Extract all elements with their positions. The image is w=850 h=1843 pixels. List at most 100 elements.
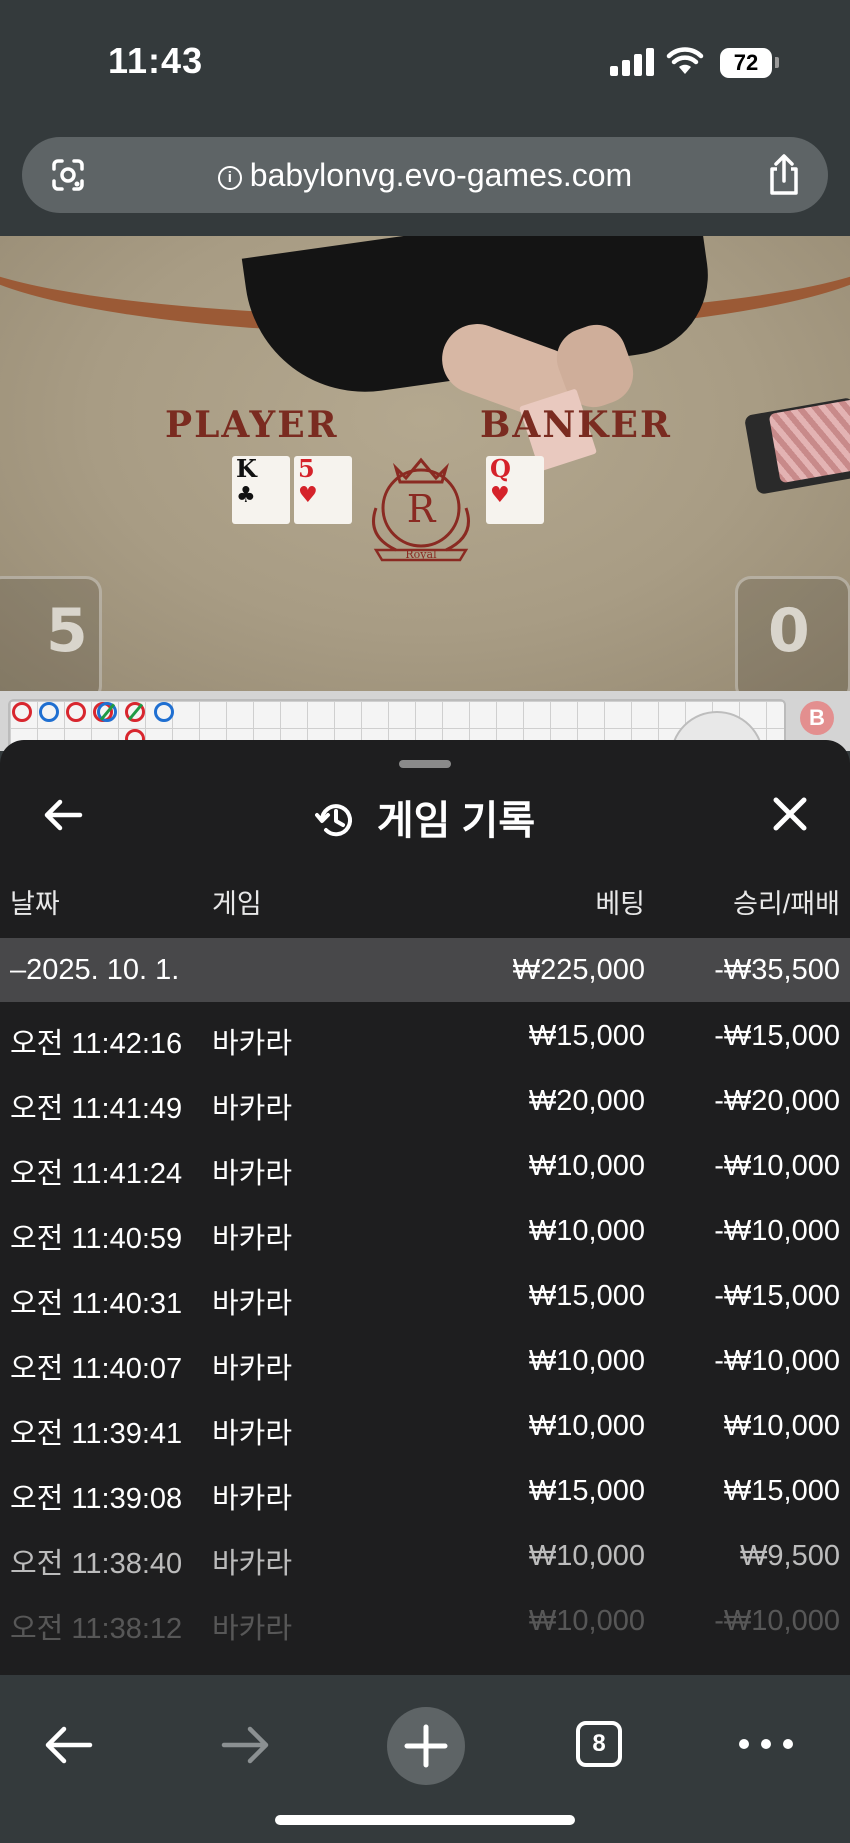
date-summary-row[interactable]: –2025. 10. 1. ₩225,000 -₩35,500 xyxy=(0,938,850,1002)
cellular-signal-icon xyxy=(610,48,654,76)
browser-back-icon[interactable] xyxy=(40,1717,96,1773)
banker-score: 0 xyxy=(768,596,810,666)
bead-red xyxy=(12,702,32,722)
row-game: 바카라 xyxy=(212,1158,293,1190)
row-result: -₩10,000 xyxy=(714,1605,840,1637)
browser-forward-icon[interactable] xyxy=(218,1717,274,1773)
summary-bet: ₩225,000 xyxy=(512,954,645,986)
wifi-icon xyxy=(666,47,704,74)
player-card-2: 5 ♥ xyxy=(294,456,352,524)
col-header-result: 승리/패배 xyxy=(733,889,840,919)
summary-date: –2025. 10. 1. xyxy=(10,954,180,986)
row-time: 오전 11:42:16 xyxy=(10,1028,183,1060)
history-row[interactable]: 오전 11:40:31 바카라 ₩15,000 -₩15,000 xyxy=(0,1262,850,1327)
col-header-game: 게임 xyxy=(212,889,262,919)
col-header-bet: 베팅 xyxy=(595,889,645,919)
row-time: 오전 11:38:12 xyxy=(10,1613,183,1642)
bead-tie-red xyxy=(125,702,145,722)
row-time: 오전 11:41:24 xyxy=(10,1158,183,1190)
history-row[interactable]: 오전 11:40:07 바카라 ₩10,000 -₩10,000 xyxy=(0,1327,850,1392)
history-icon xyxy=(314,804,352,837)
row-bet: ₩10,000 xyxy=(528,1540,645,1572)
row-result: -₩10,000 xyxy=(714,1345,840,1377)
row-bet: ₩10,000 xyxy=(528,1410,645,1442)
bead-blue xyxy=(39,702,59,722)
row-result: -₩20,000 xyxy=(714,1085,840,1117)
logo-letter: R xyxy=(407,487,437,531)
history-row[interactable]: 오전 11:38:40 바카라 ₩10,000 ₩9,500 xyxy=(0,1522,850,1587)
status-bar: 11:43 72 xyxy=(0,0,850,125)
col-header-date: 날짜 xyxy=(10,889,60,919)
row-time: 오전 11:39:08 xyxy=(10,1483,183,1515)
logo-text: Royal xyxy=(405,548,437,561)
bead-blue xyxy=(154,702,174,722)
live-game-video: PLAYER BANKER K ♣ 5 ♥ Q ♥ R Royal 5 0 xyxy=(0,236,850,691)
more-options-icon[interactable] xyxy=(736,1729,796,1759)
row-time: 오전 11:40:07 xyxy=(10,1353,183,1385)
row-game: 바카라 xyxy=(212,1418,293,1450)
history-row[interactable]: 오전 11:40:59 바카라 ₩10,000 -₩10,000 xyxy=(0,1197,850,1262)
battery-cap xyxy=(775,57,779,68)
banker-label: BANKER xyxy=(480,404,672,446)
sheet-title: 게임 기록 xyxy=(0,788,850,846)
sheet-title-text: 게임 기록 xyxy=(376,799,536,843)
row-game: 바카라 xyxy=(212,1613,293,1642)
plus-icon xyxy=(404,1724,448,1768)
tab-switcher-button[interactable]: 8 xyxy=(576,1721,622,1767)
address-bar[interactable]: i babylonvg.evo-games.com xyxy=(22,137,828,213)
history-row[interactable]: 오전 11:42:16 바카라 ₩15,000 -₩15,000 xyxy=(0,1002,850,1067)
sheet-grabber[interactable] xyxy=(399,760,451,768)
row-result: ₩15,000 xyxy=(723,1475,840,1507)
row-bet: ₩20,000 xyxy=(528,1085,645,1117)
bead-tie-blue xyxy=(97,702,117,722)
url-display[interactable]: i babylonvg.evo-games.com xyxy=(22,157,828,194)
royal-logo: R Royal xyxy=(372,457,470,562)
player-label: PLAYER xyxy=(165,404,339,446)
summary-result: -₩35,500 xyxy=(714,954,840,986)
status-time: 11:43 xyxy=(108,40,204,81)
new-tab-button[interactable] xyxy=(387,1707,465,1785)
row-game: 바카라 xyxy=(212,1223,293,1255)
row-bet: ₩15,000 xyxy=(528,1475,645,1507)
site-info-icon[interactable]: i xyxy=(217,166,242,190)
row-bet: ₩10,000 xyxy=(528,1605,645,1637)
history-row[interactable]: 오전 11:39:08 바카라 ₩15,000 ₩15,000 xyxy=(0,1457,850,1522)
row-bet: ₩15,000 xyxy=(528,1020,645,1052)
player-score: 5 xyxy=(46,596,88,666)
history-row[interactable]: 오전 11:39:41 바카라 ₩10,000 ₩10,000 xyxy=(0,1392,850,1457)
banker-card-1: Q ♥ xyxy=(486,456,544,524)
banker-badge: B xyxy=(800,701,834,735)
card-shoe-cards xyxy=(768,398,850,484)
row-bet: ₩15,000 xyxy=(528,1280,645,1312)
row-result: -₩10,000 xyxy=(714,1150,840,1182)
game-history-sheet: 게임 기록 날짜 게임 베팅 승리/패배 –2025. 10. 1. ₩225,… xyxy=(0,740,850,1675)
url-text: babylonvg.evo-games.com xyxy=(249,157,633,193)
history-row[interactable]: 오전 11:38:12 바카라 ₩10,000 -₩10,000 xyxy=(0,1587,850,1642)
row-result: -₩15,000 xyxy=(714,1020,840,1052)
row-time: 오전 11:41:49 xyxy=(10,1093,183,1125)
battery-indicator: 72 xyxy=(720,48,772,78)
row-result: -₩15,000 xyxy=(714,1280,840,1312)
row-game: 바카라 xyxy=(212,1028,293,1060)
bead-red xyxy=(66,702,86,722)
history-row[interactable]: 오전 11:41:24 바카라 ₩10,000 -₩10,000 xyxy=(0,1132,850,1197)
player-card-1: K ♣ xyxy=(232,456,290,524)
row-game: 바카라 xyxy=(212,1288,293,1320)
row-bet: ₩10,000 xyxy=(528,1215,645,1247)
row-game: 바카라 xyxy=(212,1483,293,1515)
row-bet: ₩10,000 xyxy=(528,1345,645,1377)
history-row[interactable]: 오전 11:41:49 바카라 ₩20,000 -₩20,000 xyxy=(0,1067,850,1132)
row-time: 오전 11:39:41 xyxy=(10,1418,183,1450)
history-list: 오전 11:42:16 바카라 ₩15,000 -₩15,000 오전 11:41:49… xyxy=(0,1002,850,1642)
close-icon[interactable] xyxy=(768,792,812,836)
row-result: -₩10,000 xyxy=(714,1215,840,1247)
row-bet: ₩10,000 xyxy=(528,1150,645,1182)
share-icon[interactable] xyxy=(764,153,804,197)
row-result: ₩10,000 xyxy=(723,1410,840,1442)
row-game: 바카라 xyxy=(212,1093,293,1125)
row-time: 오전 11:40:31 xyxy=(10,1288,183,1320)
row-time: 오전 11:38:40 xyxy=(10,1548,183,1580)
home-indicator[interactable] xyxy=(275,1815,575,1825)
table-header: 날짜 게임 베팅 승리/패배 xyxy=(0,882,850,922)
row-time: 오전 11:40:59 xyxy=(10,1223,183,1255)
